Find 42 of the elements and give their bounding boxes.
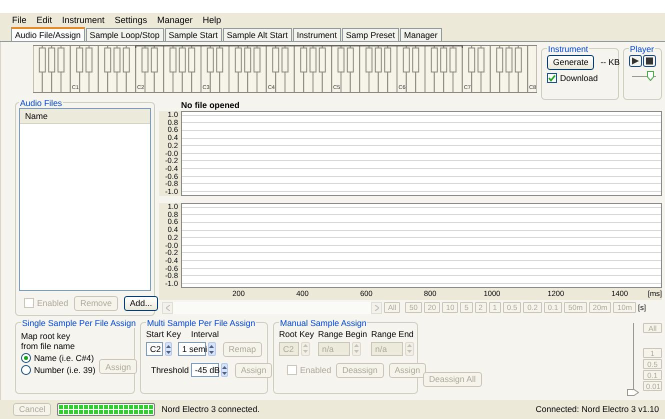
group-title: Audio Files <box>19 98 64 108</box>
file-title: No file opened <box>181 100 241 111</box>
field-label: Threshold <box>151 365 189 376</box>
menu-item[interactable]: Manager <box>157 15 193 26</box>
menu-item[interactable]: Instrument <box>62 15 105 26</box>
add-button[interactable]: Add... <box>124 296 158 311</box>
tab[interactable]: Sample Start <box>164 28 222 41</box>
group-title: Instrument <box>547 44 590 54</box>
status-message: Nord Electro 3 connected. <box>161 404 260 414</box>
field-label: Root Key <box>279 328 314 339</box>
menu-item[interactable]: File <box>12 15 27 26</box>
menu-item[interactable]: Settings <box>114 15 148 26</box>
menu-item[interactable]: Help <box>202 15 222 26</box>
radio-label: Number (i.e. 39) <box>34 364 96 375</box>
checkbox-label: Enabled <box>37 298 68 308</box>
checkbox-label: Enabled <box>300 365 332 376</box>
interval-field[interactable]: 1 semi <box>178 342 206 356</box>
tab[interactable]: Sample Alt Start <box>222 28 292 41</box>
tab[interactable]: Manager <box>400 28 442 41</box>
group-title: Player <box>628 44 655 54</box>
threshold-field[interactable]: -45 dB <box>190 363 219 378</box>
group-title: Single Sample Per File Assign <box>21 318 137 328</box>
description-text: Map root key from file name <box>21 330 76 351</box>
tab[interactable]: Instrument <box>292 28 341 41</box>
field-label: Range End <box>371 328 414 339</box>
field-label: Start Key <box>146 328 181 339</box>
generate-button[interactable]: Generate <box>547 54 594 70</box>
tab[interactable]: Sample Loop/Stop <box>86 28 164 41</box>
start-key-field[interactable]: C2 <box>146 342 163 356</box>
tab[interactable]: Audio File/Assign <box>11 26 85 41</box>
group-title: Multi Sample Per File Assign <box>146 318 256 328</box>
column-header[interactable]: Name <box>20 108 150 124</box>
field-label: Range Begin <box>318 328 368 339</box>
group-title: Manual Sample Assign <box>279 318 368 328</box>
checkbox-label: Download <box>560 72 598 83</box>
connection-status: Connected: Nord Electro 3 v1.10 <box>536 404 659 414</box>
field-label: Interval <box>190 328 219 339</box>
file-list[interactable]: Name <box>19 108 151 291</box>
radio-label: Name (i.e. C#4) <box>34 352 94 363</box>
tab[interactable]: Samp Preset <box>342 28 400 41</box>
size-label: -- KB <box>600 57 620 68</box>
menu-item[interactable]: Edit <box>36 15 52 26</box>
